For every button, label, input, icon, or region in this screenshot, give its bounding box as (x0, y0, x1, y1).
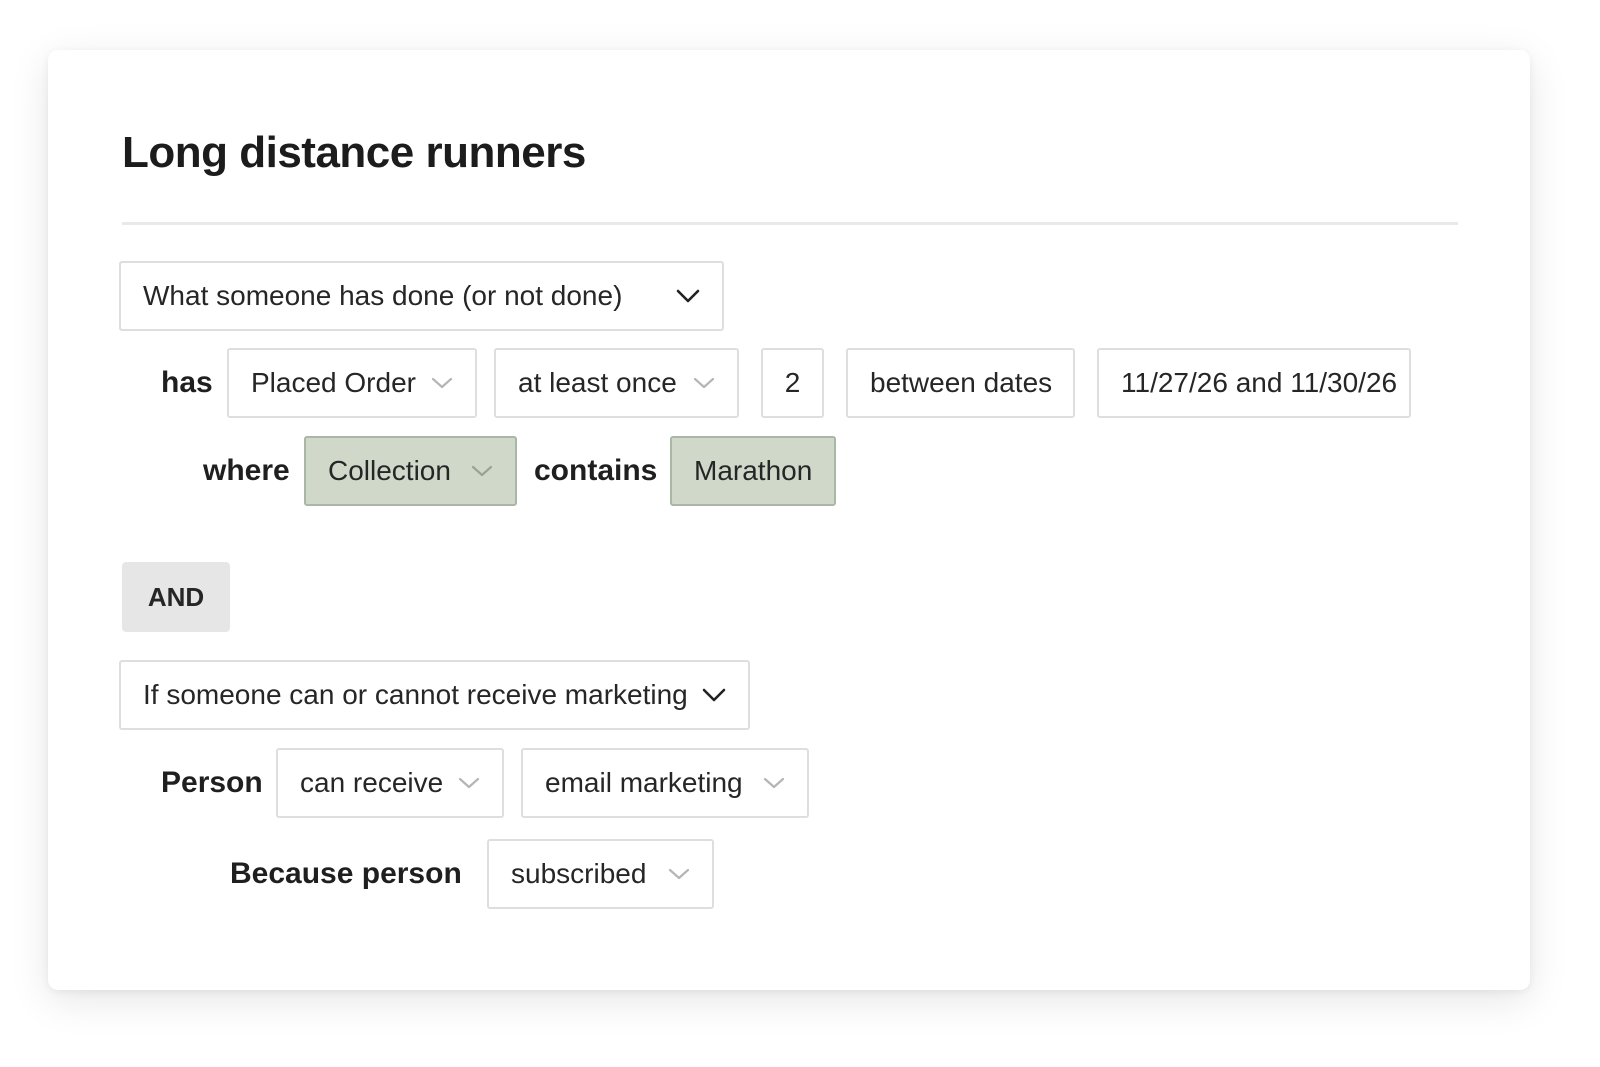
timeframe-select[interactable]: between dates (846, 348, 1075, 418)
property-value: Collection (328, 455, 451, 486)
condition-type-select-2[interactable]: If someone can or cannot receive marketi… (119, 660, 750, 730)
timeframe-value: between dates (870, 367, 1053, 398)
segment-title: Long distance runners (122, 128, 586, 177)
chevron-down-icon (693, 377, 715, 389)
reason-select[interactable]: subscribed (487, 839, 714, 909)
date-range-input[interactable]: 11/27/26 and 11/30/26 (1097, 348, 1411, 418)
chevron-down-icon (431, 377, 453, 389)
because-person-label: Because person (230, 857, 462, 890)
chevron-down-icon (458, 777, 480, 789)
where-label: where (203, 454, 290, 487)
permission-value: can receive (300, 767, 444, 798)
condition-type-value-2: If someone can or cannot receive marketi… (143, 679, 688, 710)
condition-type-select[interactable]: What someone has done (or not done) (119, 261, 724, 331)
reason-value: subscribed (511, 858, 647, 889)
operator-label: contains (534, 454, 658, 487)
segment-definition-card: Long distance runners What someone has d… (48, 50, 1530, 990)
permission-select[interactable]: can receive (276, 748, 504, 818)
title-divider (122, 222, 1458, 225)
chevron-down-icon (471, 465, 493, 477)
chevron-down-icon (676, 289, 700, 303)
person-label: Person (161, 766, 263, 799)
has-label: has (161, 366, 213, 399)
chevron-down-icon (702, 688, 726, 702)
condition-type-value: What someone has done (or not done) (143, 280, 623, 311)
and-button[interactable]: AND (122, 562, 230, 632)
chevron-down-icon (668, 868, 690, 880)
chevron-down-icon (763, 777, 785, 789)
property-value-input[interactable]: Marathon (670, 436, 836, 506)
frequency-value: at least once (518, 367, 677, 398)
channel-value: email marketing (545, 767, 743, 798)
metric-select[interactable]: Placed Order (227, 348, 477, 418)
frequency-select[interactable]: at least once (494, 348, 739, 418)
channel-select[interactable]: email marketing (521, 748, 809, 818)
property-select[interactable]: Collection (304, 436, 517, 506)
property-value-text: Marathon (694, 455, 813, 486)
count-value: 2 (784, 367, 801, 398)
date-range-value: 11/27/26 and 11/30/26 (1121, 367, 1398, 398)
metric-value: Placed Order (251, 367, 416, 398)
count-input[interactable]: 2 (761, 348, 824, 418)
